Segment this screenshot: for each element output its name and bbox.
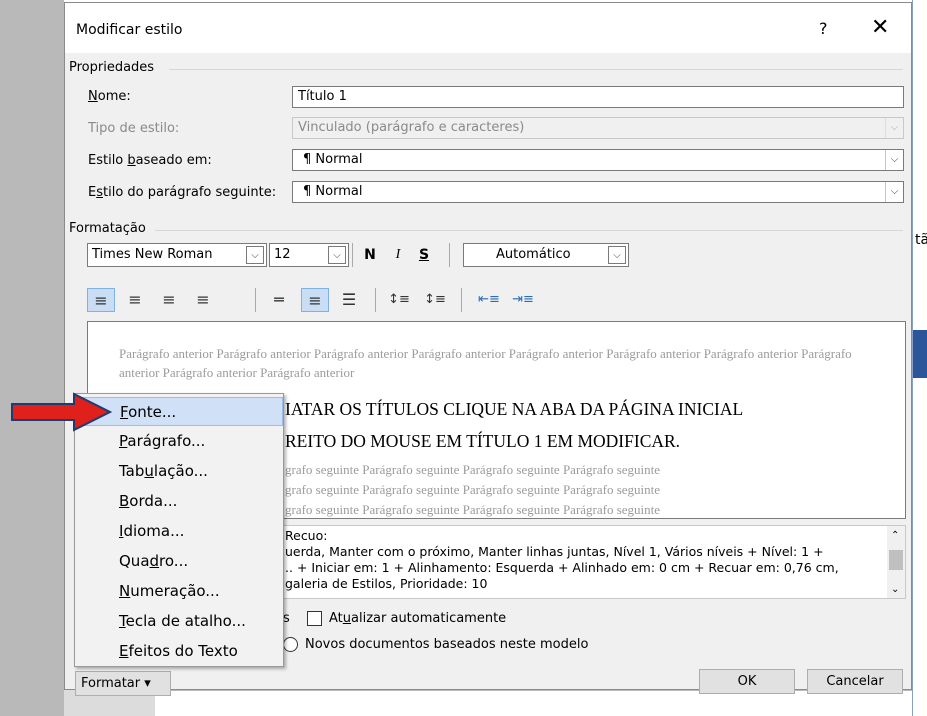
chevron-down-icon[interactable]: ⌵ [885, 182, 903, 202]
ribbon-blue-block [913, 330, 927, 378]
description-line-2: uerda, Manter com o próximo, Manter linh… [285, 544, 824, 559]
one-half-spacing-icon[interactable]: ≡ [301, 288, 329, 312]
preview-next-1: grafo seguinte Parágrafo seguinte Parágr… [285, 462, 661, 477]
preview-next-2: grafo seguinte Parágrafo seguinte Parágr… [285, 482, 661, 497]
font-select[interactable]: Times New Roman ⌵ [87, 243, 267, 267]
menu-item-shortcut-key[interactable]: Tecla de atalho... [77, 607, 283, 636]
arrow-pointer-icon [11, 392, 112, 432]
menu-item-border[interactable]: Borda... [77, 487, 283, 516]
formatting-divider [155, 230, 903, 231]
name-label: Nome: [88, 89, 131, 104]
menu-item-numbering[interactable]: Numeração... [77, 577, 283, 606]
description-line-3: .. + Iniciar em: 1 + Alinhamento: Esquer… [285, 560, 839, 575]
formatting-section-label: Formatação [69, 221, 146, 236]
help-button[interactable]: ? [819, 19, 828, 38]
preview-line-2: REITO DO MOUSE EM TÍTULO 1 EM MODIFICAR. [285, 431, 681, 451]
align-right-icon[interactable]: ≡ [155, 288, 183, 312]
menu-item-language[interactable]: Idioma... [77, 517, 283, 546]
new-docs-label[interactable]: Novos documentos baseados neste modelo [305, 637, 588, 652]
chevron-down-icon[interactable]: ⌵ [608, 246, 626, 264]
next-style-select[interactable]: ¶ Normal ⌵ [292, 181, 904, 203]
close-button[interactable]: ✕ [871, 15, 889, 40]
toolbar-divider [352, 243, 353, 267]
align-left-icon[interactable]: ≡ [87, 288, 115, 312]
style-type-select: Vinculado (parágrafo e caracteres) ⌵ [292, 117, 904, 139]
based-on-label: Estilo baseado em: [88, 153, 212, 168]
new-docs-radio[interactable] [283, 637, 298, 652]
properties-section-label: Propriedades [69, 60, 155, 75]
style-type-label: Tipo de estilo: [88, 121, 180, 136]
align-center-icon[interactable]: ≡ [121, 288, 149, 312]
chevron-down-icon[interactable]: ⌵ [246, 246, 264, 264]
font-size-select[interactable]: 12 ⌵ [269, 243, 349, 267]
chevron-down-icon: ⌵ [885, 118, 903, 138]
scroll-thumb[interactable] [889, 550, 903, 570]
decrease-indent-icon[interactable]: ⇤≡ [475, 288, 503, 312]
partial-checkbox-label: s [283, 611, 290, 626]
title-bar: Modificar estilo ? ✕ [65, 3, 911, 53]
menu-item-frame[interactable]: Quadro... [77, 547, 283, 576]
auto-update-label[interactable]: Atualizar automaticamente [329, 611, 506, 626]
name-input[interactable]: Título 1 [292, 86, 904, 108]
space-after-icon[interactable]: ↕≡ [421, 288, 449, 312]
scroll-up-icon[interactable]: ⌃ [891, 528, 899, 544]
menu-item-text-effects[interactable]: Efeitos do Texto [77, 637, 283, 666]
toolbar-divider [461, 288, 462, 312]
format-menu: Fonte... Parágrafo... Tabulação... Borda… [74, 393, 284, 667]
description-line-4: galeria de Estilos, Prioridade: 10 [285, 576, 488, 591]
properties-divider [169, 69, 903, 70]
format-button[interactable]: Formatar ▾ [75, 671, 171, 696]
space-before-icon[interactable]: ↕≡ [385, 288, 413, 312]
single-spacing-icon[interactable]: ═ [265, 288, 293, 312]
ok-button[interactable]: OK [699, 669, 795, 694]
chevron-down-icon[interactable]: ⌵ [885, 150, 903, 170]
underline-button[interactable]: S [415, 247, 433, 263]
chevron-down-icon[interactable]: ⌵ [328, 246, 346, 264]
toolbar-divider [375, 288, 376, 312]
auto-update-checkbox[interactable] [307, 611, 322, 626]
toolbar-divider [449, 243, 450, 267]
left-gray-margin [0, 0, 64, 716]
font-color-select[interactable]: Automático ⌵ [463, 243, 629, 267]
preview-previous-paragraph: Parágrafo anterior Parágrafo anterior Pa… [119, 346, 852, 380]
description-line-1: Recuo: [285, 528, 328, 543]
partial-text: tã [915, 232, 927, 248]
scroll-down-icon[interactable]: ⌄ [891, 582, 899, 598]
cancel-button[interactable]: Cancelar [807, 669, 903, 694]
right-ribbon-edge: tã [912, 0, 927, 716]
menu-item-tabs[interactable]: Tabulação... [77, 457, 283, 486]
preview-next-3: grafo seguinte Parágrafo seguinte Parágr… [285, 502, 661, 517]
next-style-label: Estilo do parágrafo seguinte: [88, 185, 277, 200]
italic-button[interactable]: I [389, 247, 407, 263]
preview-line-1: IATAR OS TÍTULOS CLIQUE NA ABA DA PÁGINA… [285, 399, 744, 419]
toolbar-divider [255, 288, 256, 312]
increase-indent-icon[interactable]: ⇥≡ [509, 288, 537, 312]
justify-icon[interactable]: ≡ [189, 288, 217, 312]
description-scrollbar[interactable]: ⌃ ⌄ [887, 526, 905, 598]
double-spacing-icon[interactable]: ☰ [335, 288, 363, 312]
based-on-select[interactable]: ¶ Normal ⌵ [292, 149, 904, 171]
bold-button[interactable]: N [361, 247, 379, 263]
dialog-title: Modificar estilo [76, 22, 183, 38]
